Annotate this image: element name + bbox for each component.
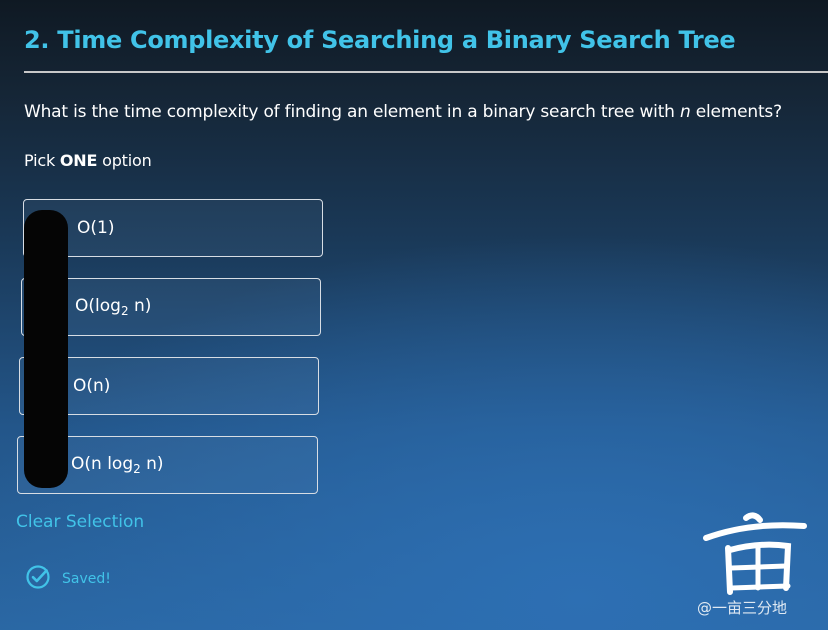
watermark-logo bbox=[700, 508, 810, 598]
question-title: 2. Time Complexity of Searching a Binary… bbox=[24, 26, 736, 54]
option-label-main: O(log bbox=[75, 295, 121, 316]
redaction-mark bbox=[24, 210, 68, 488]
option-label-subscript: 2 bbox=[133, 462, 141, 477]
option-label-tail: n) bbox=[140, 453, 164, 474]
title-divider bbox=[24, 71, 828, 73]
pick-instruction: Pick ONE option bbox=[24, 151, 152, 170]
option-label: O(log2 n) bbox=[75, 296, 151, 318]
question-prompt: What is the time complexity of finding a… bbox=[24, 102, 782, 122]
watermark-text: @一亩三分地 bbox=[697, 599, 788, 617]
option-label-tail: n) bbox=[128, 295, 152, 316]
saved-label: Saved! bbox=[62, 571, 111, 587]
option-label-main: O(n) bbox=[73, 376, 111, 396]
pick-prefix: Pick bbox=[24, 151, 60, 170]
option-label-main: O(n log bbox=[71, 453, 134, 474]
option-label-subscript: 2 bbox=[120, 304, 129, 319]
option-label: O(n) bbox=[73, 376, 110, 396]
option-label: O(n log2 n) bbox=[71, 454, 164, 476]
pick-count: ONE bbox=[59, 151, 98, 170]
saved-status: Saved! bbox=[25, 564, 111, 594]
clear-selection-link[interactable]: Clear Selection bbox=[16, 512, 144, 532]
option-label: O(1) bbox=[77, 218, 114, 238]
check-circle-icon bbox=[25, 564, 51, 594]
prompt-text-start: What is the time complexity of finding a… bbox=[24, 102, 680, 122]
option-label-main: O(1) bbox=[77, 218, 115, 238]
pick-suffix: option bbox=[97, 151, 152, 170]
prompt-text-end: elements? bbox=[690, 102, 782, 122]
prompt-variable: n bbox=[679, 102, 691, 122]
option-o-1[interactable]: O(1) bbox=[23, 199, 323, 257]
